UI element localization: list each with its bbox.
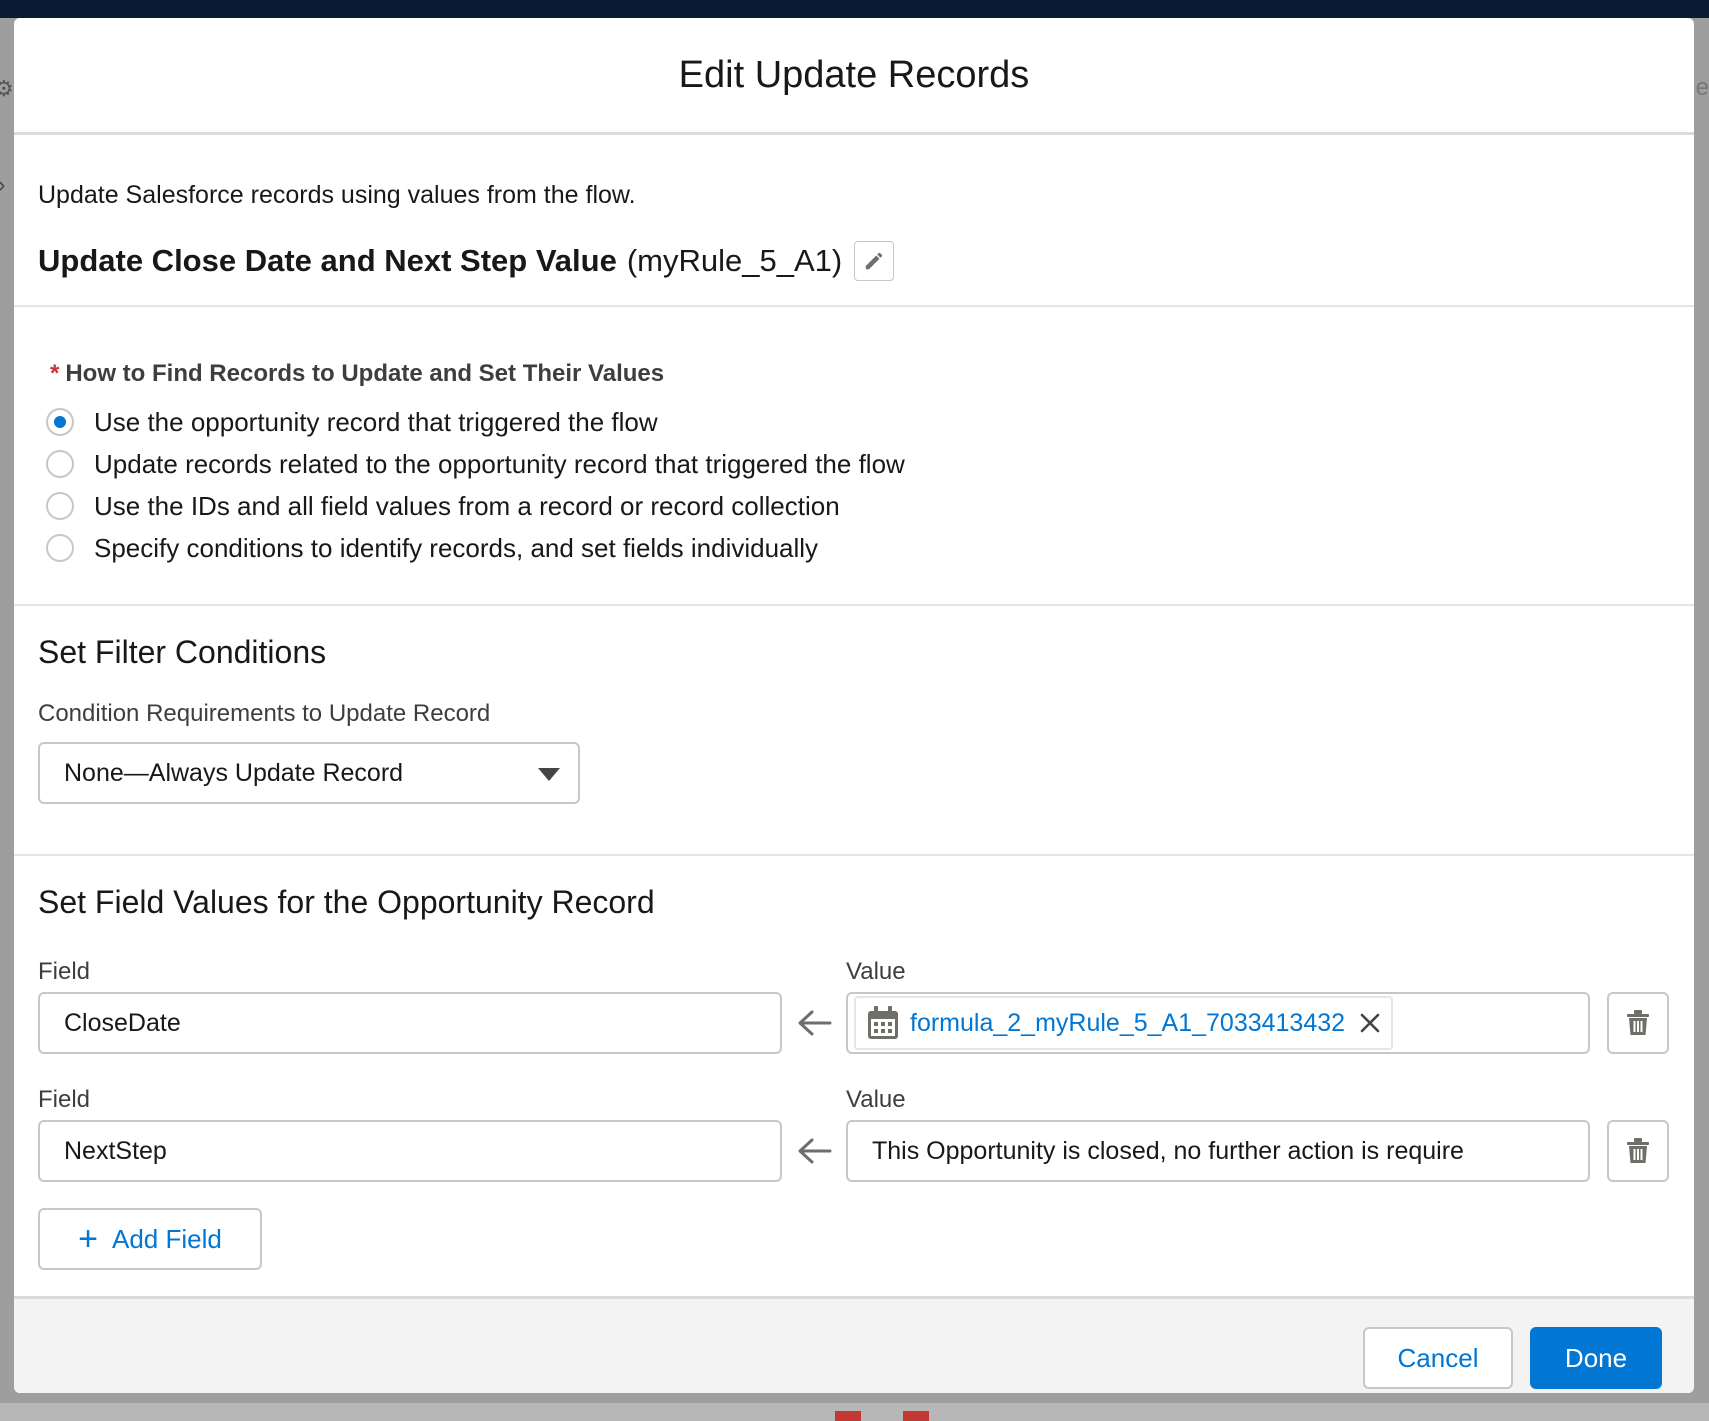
- app-top-bar: [0, 0, 1709, 18]
- element-description: Update Salesforce records using values f…: [38, 181, 636, 209]
- radio-option-label: Update records related to the opportunit…: [94, 448, 905, 479]
- field-input-close-date[interactable]: CloseDate: [38, 992, 782, 1054]
- radio-button[interactable]: [46, 534, 74, 562]
- radio-option-specify-conditions[interactable]: Specify conditions to identify records, …: [46, 527, 905, 569]
- add-field-button[interactable]: + Add Field: [38, 1208, 262, 1270]
- trash-icon: [1627, 1010, 1649, 1035]
- value-input-text: This Opportunity is closed, no further a…: [872, 1136, 1464, 1165]
- value-input-next-step[interactable]: This Opportunity is closed, no further a…: [846, 1120, 1590, 1182]
- radio-option-label: Use the IDs and all field values from a …: [94, 490, 840, 521]
- element-api-name: (myRule_5_A1): [626, 243, 843, 278]
- background-chevron-right-icon: ›: [0, 172, 5, 198]
- background-red-shape: [835, 1411, 861, 1421]
- trash-icon: [1627, 1138, 1649, 1163]
- how-to-find-label: * How to Find Records to Update and Set T…: [50, 360, 664, 388]
- resource-pill[interactable]: formula_2_myRule_5_A1_7033413432: [854, 996, 1394, 1050]
- done-button[interactable]: Done: [1530, 1327, 1662, 1389]
- cancel-button[interactable]: Cancel: [1363, 1327, 1513, 1389]
- field-input-next-step[interactable]: NextStep: [38, 1120, 782, 1182]
- arrow-left-icon: [798, 1010, 832, 1036]
- delete-row-button[interactable]: [1607, 1120, 1669, 1182]
- field-label: Field: [38, 958, 91, 985]
- pencil-icon: [865, 252, 883, 270]
- modal-footer: Cancel Done: [14, 1296, 1694, 1393]
- radio-option-label: Specify conditions to identify records, …: [94, 532, 819, 563]
- resource-pill-label: formula_2_myRule_5_A1_7033413432: [910, 1008, 1346, 1037]
- radio-option-related-records[interactable]: Update records related to the opportunit…: [46, 443, 905, 485]
- how-to-find-section: * How to Find Records to Update and Set T…: [14, 307, 1694, 606]
- filter-conditions-section: Set Filter Conditions Condition Requirem…: [14, 606, 1694, 856]
- how-to-find-label-text: How to Find Records to Update and Set Th…: [65, 360, 665, 387]
- caret-down-icon: [538, 768, 560, 781]
- background-gear-icon: ⚙: [0, 76, 14, 101]
- element-info-section: Update Salesforce records using values f…: [14, 135, 1694, 307]
- value-input-close-date[interactable]: formula_2_myRule_5_A1_7033413432: [846, 992, 1590, 1054]
- radio-button-selected[interactable]: [46, 408, 74, 436]
- field-input-value: NextStep: [64, 1136, 167, 1165]
- calendar-icon: [868, 1006, 898, 1039]
- close-icon[interactable]: [1359, 1012, 1381, 1034]
- field-values-section-title: Set Field Values for the Opportunity Rec…: [38, 884, 655, 920]
- edit-update-records-modal: Edit Update Records Update Salesforce re…: [14, 18, 1694, 1393]
- element-title: Update Close Date and Next Step Value (m…: [38, 241, 895, 281]
- required-marker: *: [50, 360, 60, 387]
- element-label: Update Close Date and Next Step Value: [38, 243, 617, 278]
- condition-requirements-label: Condition Requirements to Update Record: [38, 700, 491, 727]
- field-input-value: CloseDate: [64, 1008, 181, 1037]
- value-label: Value: [846, 958, 906, 985]
- condition-requirements-select[interactable]: None—Always Update Record: [38, 742, 580, 804]
- field-label: Field: [38, 1086, 91, 1113]
- background-partial-text: e: [1695, 74, 1709, 101]
- radio-option-record-collection[interactable]: Use the IDs and all field values from a …: [46, 485, 905, 527]
- delete-row-button[interactable]: [1607, 992, 1669, 1054]
- modal-title: Edit Update Records: [678, 53, 1030, 96]
- value-label: Value: [846, 1086, 906, 1113]
- background-red-shape: [903, 1411, 929, 1421]
- radio-option-label: Use the opportunity record that triggere…: [94, 406, 658, 437]
- arrow-left-icon: [798, 1138, 832, 1164]
- radio-button[interactable]: [46, 492, 74, 520]
- field-values-section: Set Field Values for the Opportunity Rec…: [14, 856, 1694, 1296]
- modal-header: Edit Update Records: [14, 18, 1694, 135]
- filter-section-title: Set Filter Conditions: [38, 634, 327, 670]
- how-to-find-radio-group: Use the opportunity record that triggere…: [46, 401, 905, 569]
- edit-label-button[interactable]: [854, 241, 895, 281]
- add-field-label: Add Field: [112, 1223, 222, 1254]
- radio-option-triggering-record[interactable]: Use the opportunity record that triggere…: [46, 401, 905, 443]
- radio-button[interactable]: [46, 450, 74, 478]
- condition-requirements-value: None—Always Update Record: [64, 758, 404, 787]
- plus-icon: +: [78, 1220, 98, 1258]
